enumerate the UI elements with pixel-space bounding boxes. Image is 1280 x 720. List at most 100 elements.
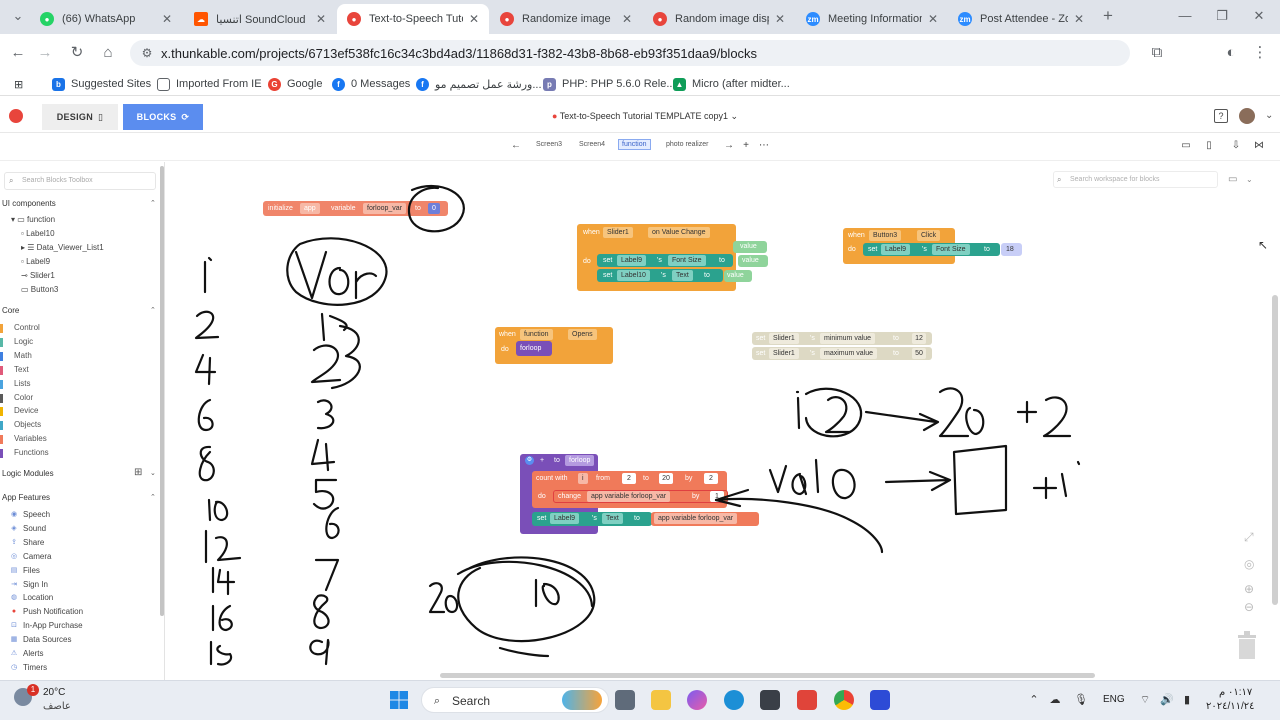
sidebar-scrollbar[interactable] (160, 166, 164, 616)
feature-camera[interactable]: Camera (23, 552, 51, 561)
minimize-icon[interactable]: — (1175, 6, 1195, 26)
search-workspace-input[interactable]: Search workspace for blocks (1053, 171, 1218, 188)
extensions-icon[interactable]: ⧉ (1147, 43, 1167, 63)
thunkable-logo-icon[interactable] (9, 109, 23, 123)
core-category-text[interactable]: Text (14, 365, 29, 374)
share-icon[interactable]: ⋈ (1253, 140, 1265, 152)
close-tab-icon[interactable]: ✕ (928, 12, 938, 26)
tab-search-icon[interactable]: ⌄ (8, 6, 28, 26)
tree-item-button3[interactable]: ▭ Button3 (21, 285, 58, 294)
core-category-device[interactable]: Device (14, 406, 38, 415)
home-icon[interactable]: ⌂ (98, 43, 118, 63)
bookmark-messages[interactable]: f0 Messages (332, 76, 410, 92)
value-param-chip[interactable]: value (733, 241, 767, 253)
recenter-icon[interactable]: ◎ (1244, 557, 1254, 571)
chevron-down-icon[interactable]: ⌄ (1265, 110, 1273, 121)
chevron-up-icon[interactable]: ⌃ (1027, 693, 1041, 707)
number-block[interactable]: 18 (1001, 243, 1022, 256)
copilot-icon[interactable] (687, 690, 707, 710)
wifi-icon[interactable]: ⌔ (1138, 693, 1152, 707)
close-tab-icon[interactable]: ✕ (316, 12, 326, 26)
tree-item-slider1[interactable]: ⊸ Slider1 (21, 271, 55, 280)
chevron-up-icon[interactable]: ⌃ (150, 306, 156, 314)
close-tab-icon[interactable]: ✕ (775, 12, 785, 26)
language-indicator[interactable]: ENG (1103, 694, 1125, 705)
blocks-tab-button[interactable]: BLOCKS ⟳ (123, 104, 203, 130)
change-variable-block[interactable]: change app variable forloop_var by 1 (553, 490, 728, 503)
site-info-icon[interactable]: ⚙ (137, 43, 157, 63)
chevron-up-icon[interactable]: ⌃ (150, 199, 156, 207)
new-tab-icon[interactable]: + (1098, 6, 1118, 26)
file-explorer-icon[interactable] (651, 690, 671, 710)
chevron-down-icon[interactable]: ⌄ (150, 469, 156, 477)
tree-item-label10[interactable]: ▫ Label10 (21, 229, 55, 238)
bookmark-workshop[interactable]: f ورشة عمل تصميم مو... (416, 76, 542, 92)
browser-tab-soundcloud[interactable]: ☁ اتنسيا SoundCloud ✕ (184, 4, 336, 34)
profile-icon[interactable]: ◐ (1221, 43, 1241, 63)
apps-grid-icon[interactable]: ⊞ (14, 76, 23, 92)
browser-tab-whatsapp[interactable]: ● (66) WhatsApp ✕ (30, 4, 182, 34)
project-title-dropdown[interactable]: ● Text-to-Speech Tutorial TEMPLATE copy1… (552, 111, 738, 122)
app-features-header[interactable]: App Features (2, 493, 50, 502)
help-icon[interactable]: ? (1214, 109, 1228, 123)
screen-opens-event-block[interactable]: when function Opens do (495, 327, 613, 364)
bookmark-suggested-sites[interactable]: b Suggested Sites (52, 76, 151, 92)
store-icon[interactable] (760, 690, 780, 710)
core-category-lists[interactable]: Lists (14, 379, 30, 388)
volume-icon[interactable]: 🔊 (1160, 693, 1174, 707)
ui-components-header[interactable]: UI components (2, 199, 56, 208)
logic-modules-header[interactable]: Logic Modules (2, 469, 54, 478)
screen-tab-function[interactable]: function (618, 139, 651, 150)
get-app-variable-block[interactable]: app variable forloop_var (651, 512, 759, 526)
bookmark-imported-ie[interactable]: Imported From IE (157, 76, 262, 92)
tree-item-data-viewer-list1[interactable]: ▸ ☰ Data_Viewer_List1 (21, 243, 104, 252)
download-icon[interactable]: ⇩ (1230, 140, 1242, 152)
feature-files[interactable]: Files (23, 566, 40, 575)
feature-speech[interactable]: Speech (23, 510, 50, 519)
keyboard-icon[interactable]: ▭ (1228, 174, 1237, 185)
feature-sign-in[interactable]: Sign In (23, 580, 48, 589)
screen-tab-screen4[interactable]: Screen4 (579, 141, 605, 148)
feature-alerts[interactable]: Alerts (23, 649, 43, 658)
menu-kebab-icon[interactable]: ⋮ (1250, 43, 1270, 63)
screen-tab-screen3[interactable]: Screen3 (536, 141, 562, 148)
zoom-app-icon[interactable] (870, 690, 890, 710)
user-avatar[interactable] (1239, 108, 1255, 124)
core-category-functions[interactable]: Functions (14, 448, 49, 457)
close-tab-icon[interactable]: ✕ (469, 12, 479, 26)
core-category-logic[interactable]: Logic (14, 337, 33, 346)
set-label9-fontsize-18-block[interactable]: set Label9 's Font Size to (863, 243, 1000, 256)
arrow-right-icon[interactable]: → (723, 140, 735, 152)
set-slider-min-block-disabled[interactable]: set Slider1 's minimum value to 12 (752, 332, 932, 345)
feature-sound[interactable]: Sound (23, 524, 46, 533)
battery-icon[interactable]: ▮ (1180, 693, 1194, 707)
core-category-math[interactable]: Math (14, 351, 32, 360)
add-screen-icon[interactable]: + (740, 140, 752, 152)
windows-start-icon[interactable] (389, 690, 409, 710)
gear-icon[interactable]: ⚙ (525, 456, 534, 465)
screen-tab-photo-realizer[interactable]: photo realizer (666, 141, 708, 148)
call-forloop-block[interactable]: forloop (516, 341, 552, 356)
core-header[interactable]: Core (2, 306, 19, 315)
clock-time[interactable]: ٠١:١٧ م (1219, 687, 1252, 698)
microphone-icon[interactable]: 🎙 (1074, 693, 1088, 707)
url-text[interactable]: x.thunkable.com/projects/6713ef538fc16c3… (161, 46, 757, 61)
bookmark-php[interactable]: p PHP: PHP 5.6.0 Rele... (543, 76, 676, 92)
feature-share[interactable]: Share (23, 538, 44, 547)
forward-icon[interactable]: → (35, 43, 55, 63)
phone-preview-icon[interactable]: ▯ (1203, 140, 1215, 152)
browser-tab-meeting[interactable]: zm Meeting Information ✕ (796, 4, 948, 34)
task-view-icon[interactable] (615, 690, 635, 710)
weather-description[interactable]: عاصف (43, 701, 71, 712)
preview-icon[interactable]: ▭ (1180, 140, 1192, 152)
feature-timers[interactable]: Timers (23, 663, 47, 672)
search-blocks-input[interactable]: Search Blocks Toolbox (4, 172, 156, 190)
close-window-icon[interactable]: ✕ (1249, 6, 1269, 26)
core-category-objects[interactable]: Objects (14, 420, 41, 429)
value-param-chip[interactable]: value (738, 255, 768, 267)
value-param-chip[interactable]: value (724, 270, 752, 282)
chevron-down-icon[interactable]: ⌄ (1246, 175, 1253, 184)
feature-location[interactable]: Location (23, 593, 53, 602)
back-icon[interactable]: ← (8, 43, 28, 63)
reload-icon[interactable]: ↻ (67, 43, 87, 63)
